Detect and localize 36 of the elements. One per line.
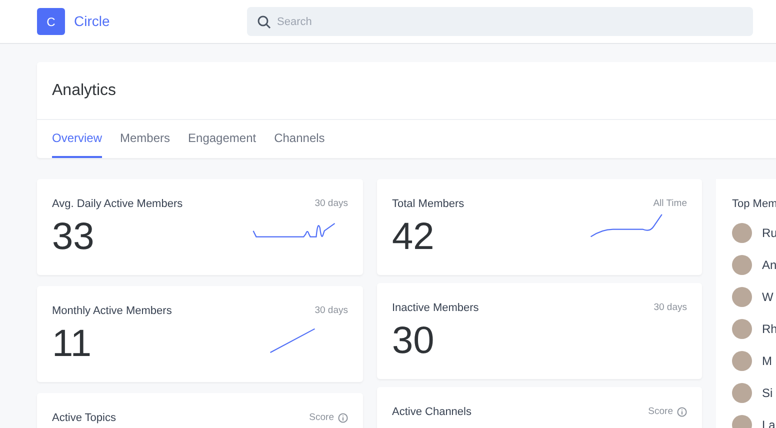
member-name[interactable]: W — [762, 288, 774, 306]
period-label: Score — [309, 411, 334, 426]
stat-title: Active Channels — [392, 405, 472, 420]
avatar — [732, 222, 752, 242]
period-label: 30 days — [314, 304, 348, 318]
stat-value: 42 — [392, 214, 434, 258]
member-name[interactable]: M — [762, 352, 772, 370]
stat-title: Inactive Members — [392, 301, 479, 316]
period-label: 30 days — [654, 301, 687, 316]
stat-title: Active Topics — [52, 411, 116, 426]
avatar — [732, 382, 752, 402]
brand-name: Circle — [74, 12, 110, 31]
period-label: All Time — [653, 197, 687, 212]
member-name[interactable]: An — [762, 256, 776, 274]
sparkline — [270, 328, 315, 352]
tab[interactable]: Engagement — [188, 129, 256, 158]
period-label: Score — [648, 405, 673, 420]
stat-title: Monthly Active Members — [52, 304, 172, 319]
tab[interactable]: Channels — [274, 129, 325, 158]
search-field[interactable]: Search — [247, 7, 753, 36]
avatar — [732, 254, 752, 274]
search-icon — [257, 15, 271, 29]
tab[interactable]: Overview — [52, 129, 102, 158]
period-label: 30 days — [314, 197, 348, 212]
page-title: Analytics — [52, 80, 116, 100]
stat-value: 11 — [52, 322, 92, 366]
stat-value: 30 — [392, 318, 434, 362]
member-name[interactable]: Si — [762, 384, 773, 402]
avatar — [732, 318, 752, 338]
stat-title: Total Members — [392, 197, 464, 212]
stat-value: 33 — [52, 214, 94, 258]
avatar — [732, 286, 752, 306]
avatar — [732, 350, 752, 370]
stat-title: Avg. Daily Active Members — [52, 197, 183, 212]
tab[interactable]: Members — [120, 129, 170, 158]
logo-badge: C — [37, 8, 65, 35]
